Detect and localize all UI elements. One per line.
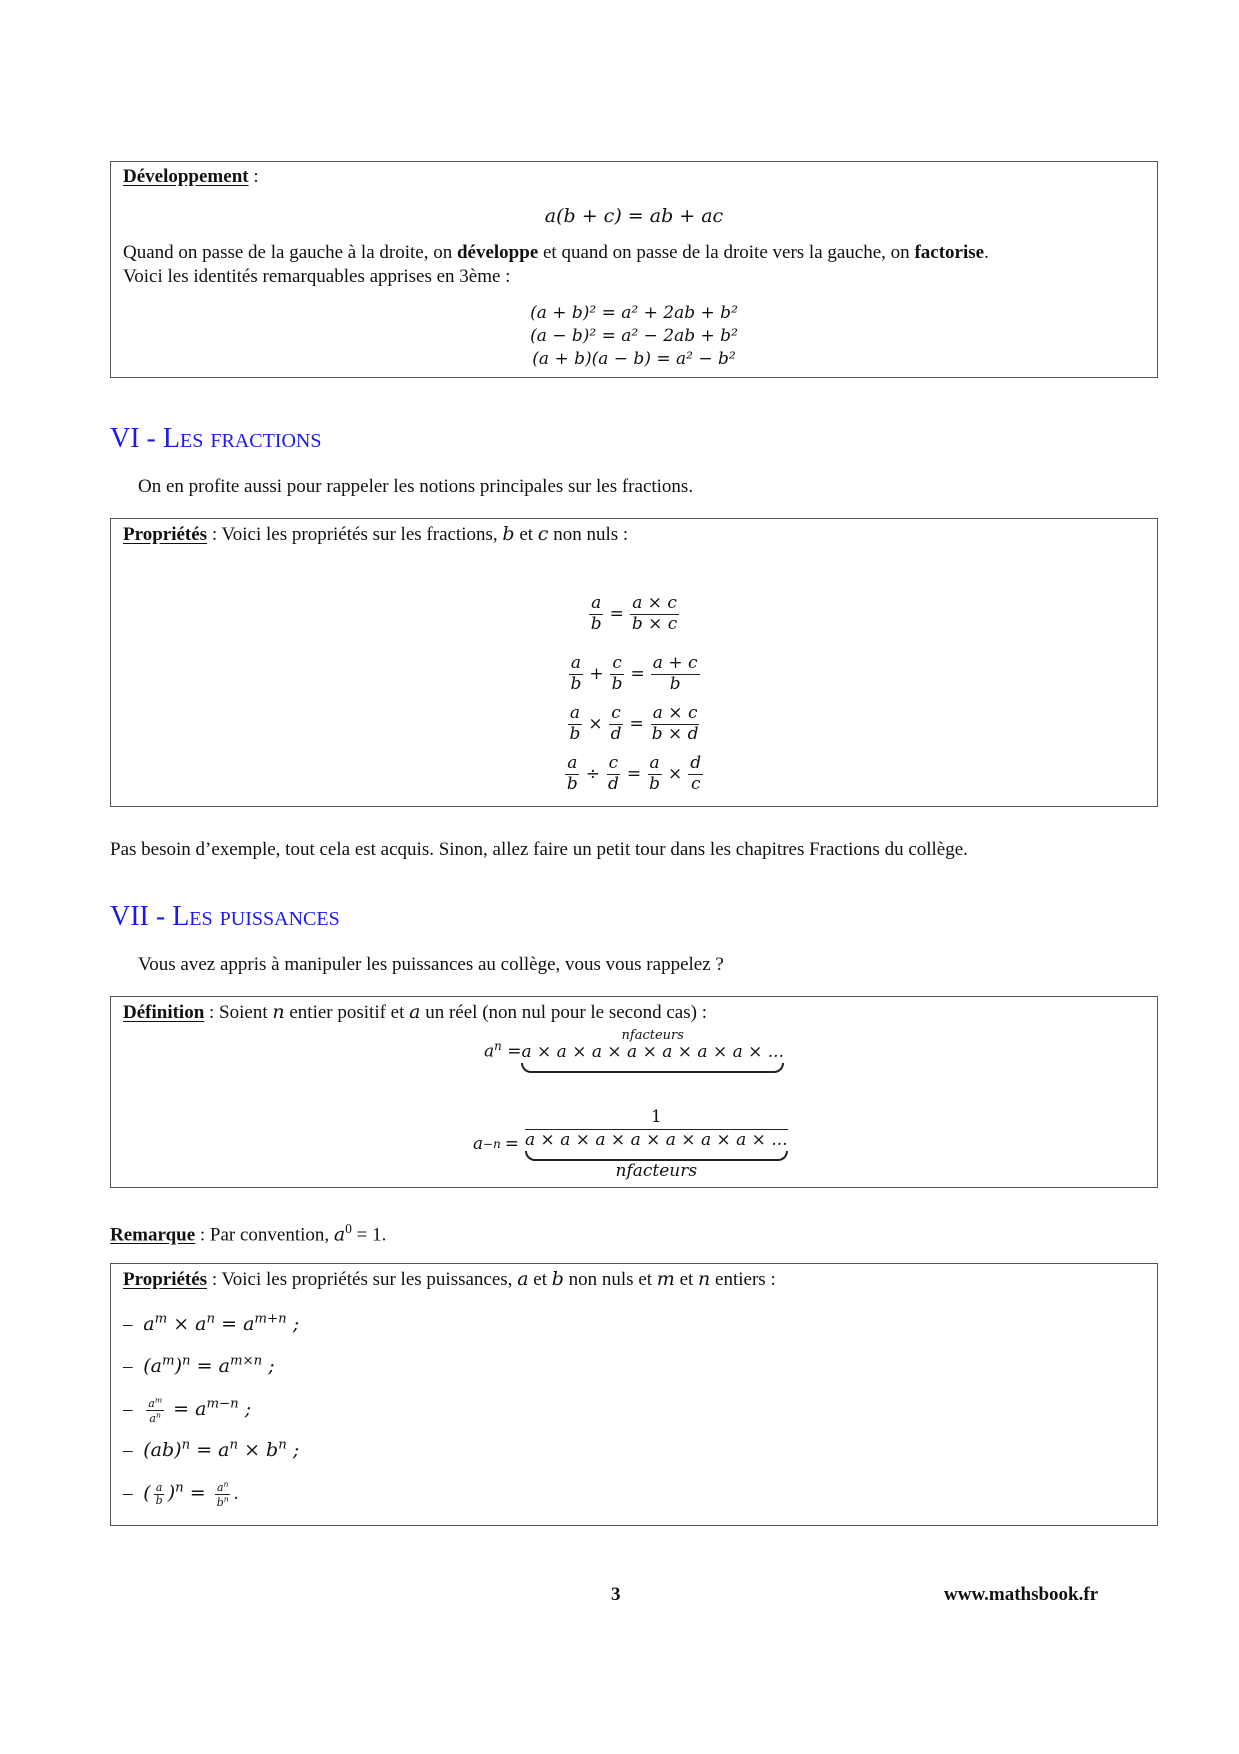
denominator: d (610, 723, 622, 744)
numerator: c (610, 653, 624, 675)
fraction: ab (153, 1480, 165, 1508)
product-expression: a × a × a × a × a × a × a × ... (521, 1041, 784, 1062)
operator: = (630, 664, 645, 685)
denominator: b (611, 673, 623, 694)
bullet: – (123, 1483, 138, 1505)
numerator: d (688, 753, 704, 775)
bullet: – (123, 1440, 138, 1462)
numerator: c (609, 703, 623, 725)
puissances-intro: Vous avez appris à manipuler les puissan… (138, 954, 724, 975)
fraction: ab (567, 703, 582, 744)
fraction-rule: a b = a × cb × c (111, 593, 1157, 634)
fraction: am an (146, 1395, 165, 1425)
operator: × (588, 714, 603, 735)
positive-power-definition: an = nfacteurs a × a × a × a × a × a × a… (484, 1028, 784, 1073)
developpement-box: Développement : a(b + c) = ab + ac Quand… (110, 161, 1158, 378)
denominator: b (566, 773, 578, 794)
brace-label-bottom: nfacteurs (615, 1161, 698, 1181)
numerator: a (568, 653, 584, 675)
fraction: a + cb (650, 653, 700, 694)
reciprocal-fraction: 1 a × a × a × a × a × a × a × ... nfacte… (525, 1107, 788, 1181)
power-property-item: – (ab)n = an × bn ; (123, 1438, 300, 1462)
bullet: – (123, 1399, 138, 1421)
bullet: – (123, 1356, 138, 1378)
numerator: a (589, 593, 604, 615)
definition-heading: Définition : Soient n entier positif et … (123, 1001, 707, 1023)
operator: × (668, 764, 683, 785)
section-heading-fractions: VI - Les fractions (110, 423, 322, 454)
operator: + (589, 664, 604, 685)
fraction: an bn (214, 1479, 231, 1509)
developpement-text: Quand on passe de la gauche à la droite,… (123, 242, 989, 263)
denominator: b (649, 773, 661, 794)
numerator: 1 (525, 1107, 788, 1130)
denominator: b × c (631, 613, 678, 634)
brace-label-top: nfacteurs (621, 1027, 684, 1043)
operator: ÷ (585, 764, 600, 785)
power-properties-heading: Propriétés : Voici les propriétés sur le… (123, 1268, 776, 1290)
fractions-properties-box: Propriétés : Voici les propriétés sur le… (110, 518, 1158, 807)
document-page: Développement : a(b + c) = ab + ac Quand… (0, 0, 1239, 1754)
fraction: a × cb × d (650, 703, 701, 744)
numerator: a (565, 753, 580, 775)
fractions-after-text: Pas besoin d’exemple, tout cela est acqu… (110, 839, 968, 860)
definition-box: Définition : Soient n entier positif et … (110, 996, 1158, 1188)
denominator: b (569, 723, 581, 744)
underbrace-product: nfacteurs a × a × a × a × a × a × a × ..… (521, 1028, 784, 1073)
fractions-intro: On en profite aussi pour rappeler les no… (138, 476, 694, 497)
operator: = (626, 764, 642, 785)
power-property-item: – am × an = am+n ; (123, 1312, 300, 1336)
identity-3: (a + b)(a − b) = a² − b² (532, 349, 736, 369)
fraction-rule: a b ÷ c d = a b × d c (111, 753, 1157, 794)
fraction: ab (647, 753, 662, 794)
page-number: 3 (611, 1584, 621, 1605)
denominator: c (690, 773, 701, 794)
power-properties-box: Propriétés : Voici les propriétés sur le… (110, 1263, 1158, 1526)
identities-intro: Voici les identités remarquables apprise… (123, 266, 511, 287)
numerator: c (606, 753, 621, 775)
operator: = (629, 714, 644, 735)
power-property-item: – (a b)n = an bn. (123, 1479, 239, 1509)
numerator: a × c (630, 593, 679, 615)
section-heading-puissances: VII - Les puissances (110, 901, 340, 932)
fraction: dc (688, 753, 704, 794)
numerator: a (647, 753, 662, 775)
power-property-item: – am an = am−n ; (123, 1395, 252, 1425)
numerator: a × c (650, 703, 700, 725)
negative-power-definition: a −n = 1 a × a × a × a × a × a × a × ... … (473, 1107, 788, 1181)
fraction: a × cb × c (630, 593, 679, 634)
fraction: ab (589, 593, 604, 634)
numerator: a (567, 703, 582, 725)
power-property-item: – (am)n = am×n ; (123, 1354, 275, 1378)
fractions-properties-heading: Propriétés : Voici les propriétés sur le… (123, 523, 629, 545)
fraction: cb (610, 653, 625, 694)
fraction: cd (609, 703, 624, 744)
fraction: ab (565, 753, 580, 794)
fraction-rule: a b × c d = a × cb × d (111, 703, 1157, 744)
underbrace-icon (521, 1062, 784, 1073)
denominator: b (570, 673, 582, 694)
operator: = (609, 604, 624, 625)
fraction-rule: a b + c b = a + cb (111, 653, 1157, 694)
identity-1: (a + b)² = a² + 2ab + b² (530, 303, 738, 323)
underbrace-icon (525, 1151, 788, 1161)
underbrace-denominator: a × a × a × a × a × a × a × ... nfacteur… (525, 1130, 788, 1181)
developpement-heading: Développement : (123, 166, 259, 187)
bullet: – (123, 1314, 138, 1336)
identity-2: (a − b)² = a² − 2ab + b² (530, 326, 738, 346)
website-link[interactable]: www.mathsbook.fr (944, 1584, 1098, 1606)
denominator: b (590, 613, 602, 634)
remark: Remarque : Par convention, a0 = 1. (110, 1221, 387, 1246)
fraction: ab (568, 653, 584, 694)
denominator: b × d (651, 723, 699, 744)
identities-list: (a + b)² = a² + 2ab + b² (a − b)² = a² −… (111, 302, 1157, 371)
denominator: d (607, 773, 619, 794)
denominator: b (669, 673, 681, 694)
developpement-label: Développement (123, 166, 249, 187)
fraction: cd (606, 753, 621, 794)
numerator: a + c (650, 653, 700, 675)
distributivity-formula: a(b + c) = ab + ac (544, 205, 724, 227)
